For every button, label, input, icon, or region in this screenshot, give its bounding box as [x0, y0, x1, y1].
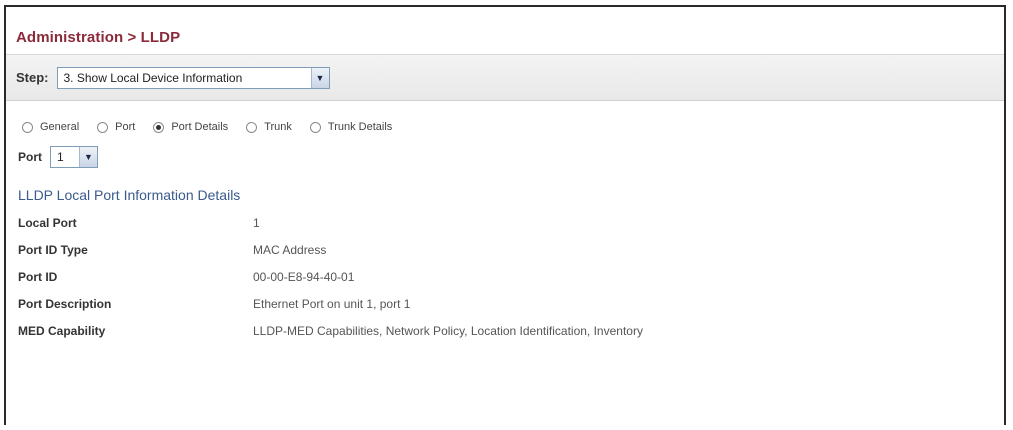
port-row: Port 1 ▼	[6, 145, 1004, 169]
detail-key: Port Description	[18, 296, 112, 311]
table-row: MED Capability LLDP-MED Capabilities, Ne…	[16, 317, 643, 344]
chevron-down-icon[interactable]: ▼	[79, 147, 97, 167]
port-label: Port	[18, 150, 42, 164]
table-row: Port ID Type MAC Address	[16, 236, 643, 263]
table-row: Port Description Ethernet Port on unit 1…	[16, 290, 643, 317]
radio-button[interactable]	[97, 121, 109, 133]
detail-key: Local Port	[18, 215, 77, 230]
table-row: Port ID 00-00-E8-94-40-01	[16, 263, 643, 290]
details-table: Local Port 1 Port ID Type MAC Address Po…	[16, 209, 643, 344]
port-select[interactable]: 1 ▼	[50, 146, 98, 168]
radio-trunk[interactable]: Trunk	[246, 121, 292, 133]
detail-value: 1	[253, 215, 260, 230]
step-label: Step:	[16, 70, 49, 85]
detail-value: Ethernet Port on unit 1, port 1	[253, 296, 411, 311]
radio-port[interactable]: Port	[97, 121, 135, 133]
radio-general[interactable]: General	[22, 121, 79, 133]
radio-button[interactable]	[309, 121, 321, 133]
radio-label: Trunk	[264, 121, 292, 133]
radio-label: Port	[115, 121, 136, 133]
radio-button[interactable]	[22, 121, 33, 133]
step-select-value: 3. Show Local Device Information	[63, 70, 243, 85]
detail-key: Port ID	[18, 269, 58, 284]
page-title: Administration > LLDP	[16, 29, 181, 46]
title-bar: Administration > LLDP	[6, 7, 1004, 55]
radio-label: Port Details	[171, 121, 229, 133]
detail-value: MAC Address	[253, 242, 327, 257]
detail-value: LLDP-MED Capabilities, Network Policy, L…	[253, 323, 643, 338]
lldp-panel: Administration > LLDP Step: 3. Show Loca…	[4, 5, 1006, 425]
step-select[interactable]: 3. Show Local Device Information ▼	[56, 66, 330, 89]
radio-button[interactable]	[246, 121, 258, 133]
radio-trunk-details[interactable]: Trunk Details	[309, 121, 393, 133]
table-row: Local Port 1	[16, 209, 643, 236]
detail-key: Port ID Type	[18, 242, 88, 257]
radio-label: General	[40, 121, 80, 133]
chevron-down-icon[interactable]: ▼	[310, 67, 329, 88]
section-title: LLDP Local Port Information Details	[18, 187, 241, 203]
radio-port-details[interactable]: Port Details	[153, 121, 228, 133]
detail-key: MED Capability	[18, 323, 106, 338]
step-bar: Step: 3. Show Local Device Information ▼	[6, 55, 1004, 101]
view-radio-group: General Port Port Details Trunk Trunk De…	[6, 117, 1004, 137]
detail-value: 00-00-E8-94-40-01	[253, 269, 355, 284]
port-select-value: 1	[57, 150, 64, 164]
radio-label: Trunk Details	[327, 121, 393, 133]
radio-button[interactable]	[153, 121, 165, 133]
